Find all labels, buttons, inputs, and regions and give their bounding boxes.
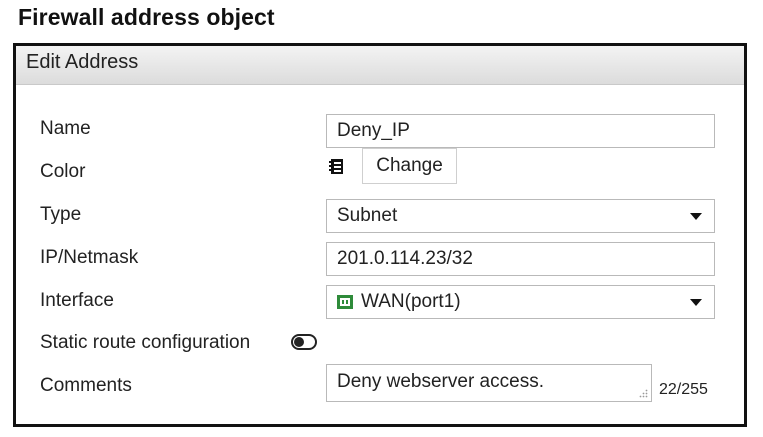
type-select[interactable]: Subnet — [326, 199, 715, 233]
comments-label: Comments — [40, 375, 132, 396]
comments-textarea[interactable]: Deny webserver access. — [326, 364, 652, 402]
ip-netmask-input[interactable]: 201.0.114.23/32 — [326, 242, 715, 276]
comments-char-counter: 22/255 — [659, 381, 708, 398]
page-title: Firewall address object — [18, 4, 275, 30]
static-route-toggle[interactable] — [291, 334, 317, 350]
toggle-knob — [294, 337, 304, 347]
interface-select[interactable]: WAN(port1) — [326, 285, 715, 319]
ip-netmask-label: IP/Netmask — [40, 247, 139, 268]
static-route-label: Static route configuration — [40, 332, 251, 353]
comments-textarea-value: Deny webserver access. — [337, 371, 544, 392]
name-label: Name — [40, 118, 91, 139]
network-port-icon — [337, 295, 353, 309]
type-select-value: Subnet — [337, 205, 398, 226]
chevron-down-icon — [690, 213, 702, 220]
type-label: Type — [40, 204, 82, 225]
chevron-down-icon — [690, 299, 702, 306]
change-color-button[interactable]: Change — [362, 148, 457, 184]
name-input-value: Deny_IP — [337, 120, 410, 141]
name-input[interactable]: Deny_IP — [326, 114, 715, 148]
interface-select-value: WAN(port1) — [361, 291, 461, 312]
ip-netmask-input-value: 201.0.114.23/32 — [337, 248, 473, 269]
dialog-header: Edit Address — [16, 46, 744, 85]
dialog-title: Edit Address — [26, 51, 139, 73]
color-swatch-icon — [329, 159, 343, 174]
edit-address-dialog: Edit Address Name Deny_IP Color Change T… — [13, 43, 747, 427]
color-label: Color — [40, 161, 86, 182]
interface-label: Interface — [40, 290, 114, 311]
resize-grip-icon[interactable] — [639, 389, 648, 398]
